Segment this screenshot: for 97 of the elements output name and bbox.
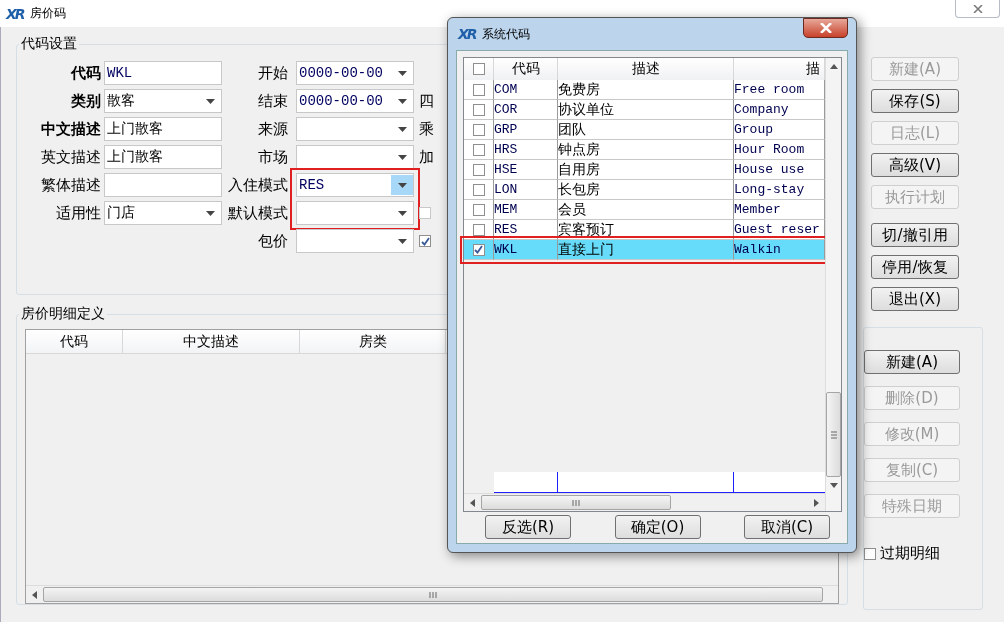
field-label: 四 bbox=[419, 91, 434, 112]
field-label: 市场 bbox=[258, 147, 288, 168]
dropdown-arrow-icon bbox=[397, 70, 407, 76]
checkbox[interactable] bbox=[472, 183, 485, 196]
checkbox[interactable] bbox=[419, 235, 431, 247]
grid-row[interactable]: COM 免费房 Free room bbox=[464, 80, 825, 100]
dialog-button[interactable]: 确定(O) bbox=[614, 515, 701, 539]
field-label: 适用性 bbox=[56, 203, 101, 224]
field-label: 结束 bbox=[258, 91, 288, 112]
field-label: 代码 bbox=[71, 63, 101, 84]
field-label: 默认模式 bbox=[228, 203, 288, 224]
action-button[interactable]: 退出(X) bbox=[871, 287, 959, 311]
field-label: 开始 bbox=[258, 63, 288, 84]
column-header[interactable]: 房类 bbox=[300, 330, 446, 354]
dropdown-arrow-icon bbox=[397, 238, 407, 244]
code-cell: WKL bbox=[494, 240, 558, 260]
grid-row[interactable]: HRS 钟点房 Hour Room bbox=[464, 140, 825, 160]
new-row[interactable] bbox=[494, 472, 825, 493]
field-label: 包价 bbox=[258, 231, 288, 252]
dialog-button[interactable]: 取消(C) bbox=[744, 515, 830, 539]
field-label: 类别 bbox=[71, 91, 101, 112]
checkbox[interactable] bbox=[472, 163, 485, 176]
grid-row[interactable]: HSE 自用房 House use bbox=[464, 160, 825, 180]
dropdown-field[interactable] bbox=[296, 145, 414, 169]
close-icon bbox=[819, 23, 832, 33]
column-header[interactable]: 描述 bbox=[558, 58, 734, 80]
checkbox-label: 过期明细 bbox=[880, 544, 940, 563]
scroll-right-icon[interactable] bbox=[814, 498, 819, 507]
dropdown-field[interactable]: 门店 bbox=[104, 201, 222, 225]
column-header[interactable]: 代码 bbox=[26, 330, 123, 354]
close-button[interactable] bbox=[803, 18, 848, 38]
field-label: 加 bbox=[419, 147, 434, 168]
checkbox[interactable] bbox=[472, 123, 485, 136]
grid-row[interactable]: LON 长包房 Long-stay bbox=[464, 180, 825, 200]
dropdown-field[interactable] bbox=[296, 229, 414, 253]
grid-row[interactable]: MEM 会员 Member bbox=[464, 200, 825, 220]
dropdown-arrow-icon bbox=[205, 98, 215, 104]
dropdown-field[interactable] bbox=[296, 117, 414, 141]
dropdown-arrow-icon bbox=[397, 210, 407, 216]
checkbox[interactable] bbox=[472, 103, 485, 116]
action-button[interactable]: 切/撤引用 bbox=[871, 223, 959, 247]
scroll-down-icon[interactable] bbox=[829, 483, 838, 488]
checkbox[interactable] bbox=[472, 143, 485, 156]
input-field[interactable] bbox=[104, 173, 222, 197]
close-icon bbox=[972, 4, 983, 13]
group-title: 房价明细定义 bbox=[20, 305, 106, 323]
input-field[interactable]: 上门散客 bbox=[104, 145, 222, 169]
description-cell: 直接上门 bbox=[558, 240, 734, 260]
dropdown-field[interactable]: RES bbox=[296, 173, 414, 197]
field-label: 中文描述 bbox=[41, 119, 101, 140]
input-field[interactable]: 上门散客 bbox=[104, 117, 222, 141]
checkbox[interactable] bbox=[472, 223, 485, 236]
horizontal-scrollbar[interactable] bbox=[464, 493, 825, 511]
dropdown-arrow-icon bbox=[397, 98, 407, 104]
column-header[interactable]: 代码 bbox=[494, 58, 558, 80]
dropdown-arrow-icon bbox=[397, 182, 407, 188]
checkbox[interactable] bbox=[472, 63, 485, 75]
field-label: 乘 bbox=[419, 119, 434, 140]
grid-row[interactable]: COR 协议单位 Company bbox=[464, 100, 825, 120]
action-button[interactable]: 新建(A) bbox=[864, 350, 960, 374]
dropdown-field[interactable] bbox=[296, 201, 414, 225]
scroll-left-icon[interactable] bbox=[470, 498, 475, 507]
group-title: 代码设置 bbox=[20, 35, 78, 53]
scroll-up-icon[interactable] bbox=[829, 64, 838, 69]
checkbox[interactable] bbox=[864, 547, 876, 560]
checkbox[interactable] bbox=[472, 243, 485, 256]
checkbox[interactable] bbox=[472, 83, 485, 96]
app-logo: XR bbox=[6, 5, 24, 22]
grip-icon bbox=[572, 499, 580, 506]
checkbox[interactable] bbox=[472, 203, 485, 216]
dropdown-arrow-icon bbox=[205, 210, 215, 216]
window-title: 房价码 bbox=[29, 5, 66, 22]
scroll-left-icon[interactable] bbox=[32, 590, 37, 599]
action-button[interactable]: 停用/恢复 bbox=[871, 255, 959, 279]
dialog-title: 系统代码 bbox=[481, 25, 530, 43]
dropdown-arrow-icon bbox=[397, 154, 407, 160]
grip-icon bbox=[830, 430, 837, 439]
dropdown-field[interactable]: 0000-00-00 bbox=[296, 89, 414, 113]
dropdown-field[interactable]: 0000-00-00 bbox=[296, 61, 414, 85]
dropdown-field[interactable]: 散客 bbox=[104, 89, 222, 113]
grid-row[interactable]: GRP 团队 Group bbox=[464, 120, 825, 140]
grid-row[interactable]: RES 宾客预订 Guest reser bbox=[464, 220, 825, 240]
grip-icon bbox=[429, 591, 437, 598]
input-field[interactable]: WKL bbox=[104, 61, 222, 85]
field-label: 入住模式 bbox=[228, 175, 288, 196]
field-label: 繁体描述 bbox=[41, 175, 101, 196]
horizontal-scrollbar[interactable] bbox=[26, 585, 838, 603]
column-header[interactable]: 中文描述 bbox=[123, 330, 300, 354]
action-button[interactable]: 保存(S) bbox=[871, 89, 959, 113]
dialog-button[interactable]: 反选(R) bbox=[485, 515, 571, 539]
action-button[interactable]: 高级(V) bbox=[871, 153, 959, 177]
column-header[interactable]: 描 bbox=[734, 58, 825, 80]
dropdown-arrow-icon bbox=[397, 126, 407, 132]
field-label: 英文描述 bbox=[41, 147, 101, 168]
app-logo: XR bbox=[458, 26, 476, 42]
vertical-scrollbar[interactable] bbox=[825, 58, 841, 511]
field-label: 来源 bbox=[258, 119, 288, 140]
